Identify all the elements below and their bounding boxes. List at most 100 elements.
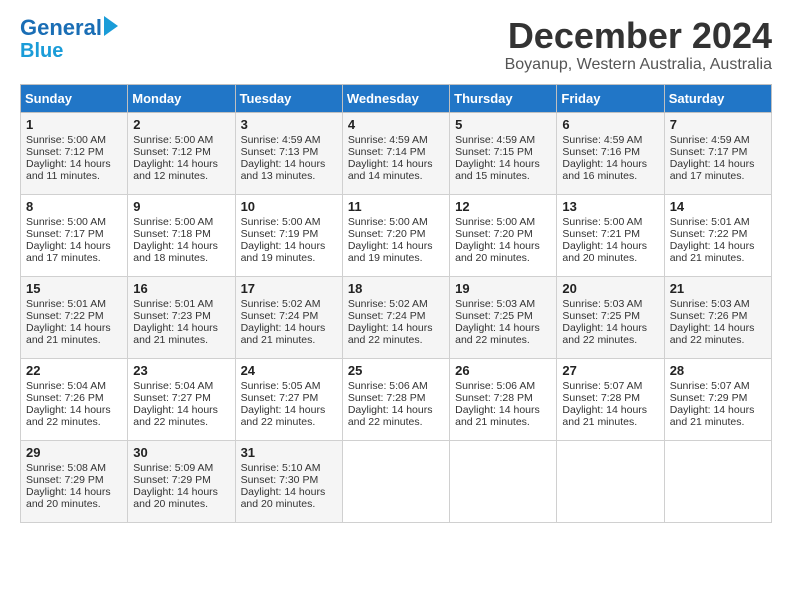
cell-line: Sunrise: 5:03 AM xyxy=(562,298,658,310)
cell-line: and 15 minutes. xyxy=(455,170,551,182)
cell-line: and 11 minutes. xyxy=(26,170,122,182)
day-of-week-monday: Monday xyxy=(128,84,235,112)
cell-line: Sunrise: 5:03 AM xyxy=(455,298,551,310)
day-number: 11 xyxy=(348,199,444,214)
cell-line: Sunset: 7:27 PM xyxy=(133,392,229,404)
cell-line: Daylight: 14 hours xyxy=(26,404,122,416)
cell-line: Sunset: 7:12 PM xyxy=(133,146,229,158)
cell-line: Daylight: 14 hours xyxy=(241,322,337,334)
cell-line: Sunset: 7:13 PM xyxy=(241,146,337,158)
day-number: 15 xyxy=(26,281,122,296)
cell-line: and 20 minutes. xyxy=(562,252,658,264)
calendar-cell: 24Sunrise: 5:05 AMSunset: 7:27 PMDayligh… xyxy=(235,358,342,440)
cell-line: Daylight: 14 hours xyxy=(26,486,122,498)
day-number: 5 xyxy=(455,117,551,132)
calendar-cell: 14Sunrise: 5:01 AMSunset: 7:22 PMDayligh… xyxy=(664,194,771,276)
location-title: Boyanup, Western Australia, Australia xyxy=(505,56,772,74)
calendar-cell: 5Sunrise: 4:59 AMSunset: 7:15 PMDaylight… xyxy=(450,112,557,194)
header: General Blue December 2024 Boyanup, West… xyxy=(20,16,772,74)
day-number: 27 xyxy=(562,363,658,378)
cell-line: Daylight: 14 hours xyxy=(670,322,766,334)
calendar-cell: 30Sunrise: 5:09 AMSunset: 7:29 PMDayligh… xyxy=(128,440,235,522)
cell-line: Daylight: 14 hours xyxy=(670,404,766,416)
cell-line: Sunset: 7:22 PM xyxy=(670,228,766,240)
day-number: 31 xyxy=(241,445,337,460)
cell-line: and 22 minutes. xyxy=(670,334,766,346)
cell-line: and 21 minutes. xyxy=(133,334,229,346)
day-number: 30 xyxy=(133,445,229,460)
cell-line: Sunrise: 4:59 AM xyxy=(670,134,766,146)
calendar-cell: 7Sunrise: 4:59 AMSunset: 7:17 PMDaylight… xyxy=(664,112,771,194)
day-of-week-sunday: Sunday xyxy=(21,84,128,112)
cell-line: and 22 minutes. xyxy=(348,416,444,428)
day-number: 21 xyxy=(670,281,766,296)
cell-line: Sunrise: 5:01 AM xyxy=(26,298,122,310)
cell-line: Daylight: 14 hours xyxy=(348,404,444,416)
calendar-page: General Blue December 2024 Boyanup, West… xyxy=(0,0,792,539)
cell-line: Sunset: 7:26 PM xyxy=(26,392,122,404)
cell-line: Sunrise: 5:02 AM xyxy=(348,298,444,310)
calendar-cell xyxy=(664,440,771,522)
calendar-cell xyxy=(342,440,449,522)
cell-line: Sunrise: 5:04 AM xyxy=(26,380,122,392)
cell-line: Daylight: 14 hours xyxy=(455,158,551,170)
cell-line: Sunset: 7:29 PM xyxy=(26,474,122,486)
cell-line: Daylight: 14 hours xyxy=(26,158,122,170)
day-number: 3 xyxy=(241,117,337,132)
cell-line: and 17 minutes. xyxy=(26,252,122,264)
calendar-cell: 22Sunrise: 5:04 AMSunset: 7:26 PMDayligh… xyxy=(21,358,128,440)
cell-line: Sunset: 7:21 PM xyxy=(562,228,658,240)
calendar-cell: 20Sunrise: 5:03 AMSunset: 7:25 PMDayligh… xyxy=(557,276,664,358)
cell-line: and 22 minutes. xyxy=(241,416,337,428)
cell-line: Sunset: 7:28 PM xyxy=(348,392,444,404)
cell-line: Sunrise: 5:00 AM xyxy=(26,216,122,228)
cell-line: Sunrise: 4:59 AM xyxy=(241,134,337,146)
calendar-cell: 25Sunrise: 5:06 AMSunset: 7:28 PMDayligh… xyxy=(342,358,449,440)
cell-line: Sunrise: 4:59 AM xyxy=(562,134,658,146)
calendar-cell: 10Sunrise: 5:00 AMSunset: 7:19 PMDayligh… xyxy=(235,194,342,276)
cell-line: and 22 minutes. xyxy=(133,416,229,428)
cell-line: Sunset: 7:27 PM xyxy=(241,392,337,404)
day-number: 26 xyxy=(455,363,551,378)
cell-line: Sunset: 7:20 PM xyxy=(455,228,551,240)
day-number: 17 xyxy=(241,281,337,296)
cell-line: Sunrise: 5:00 AM xyxy=(455,216,551,228)
cell-line: and 20 minutes. xyxy=(455,252,551,264)
cell-line: Sunset: 7:18 PM xyxy=(133,228,229,240)
day-of-week-tuesday: Tuesday xyxy=(235,84,342,112)
cell-line: Daylight: 14 hours xyxy=(133,404,229,416)
cell-line: Sunrise: 5:03 AM xyxy=(670,298,766,310)
cell-line: Sunset: 7:16 PM xyxy=(562,146,658,158)
calendar-cell: 1Sunrise: 5:00 AMSunset: 7:12 PMDaylight… xyxy=(21,112,128,194)
cell-line: Sunset: 7:19 PM xyxy=(241,228,337,240)
cell-line: Sunrise: 5:00 AM xyxy=(241,216,337,228)
day-number: 25 xyxy=(348,363,444,378)
calendar-cell: 3Sunrise: 4:59 AMSunset: 7:13 PMDaylight… xyxy=(235,112,342,194)
calendar-table: SundayMondayTuesdayWednesdayThursdayFrid… xyxy=(20,84,772,523)
calendar-cell xyxy=(557,440,664,522)
cell-line: and 18 minutes. xyxy=(133,252,229,264)
cell-line: Sunrise: 5:07 AM xyxy=(562,380,658,392)
cell-line: Daylight: 14 hours xyxy=(133,240,229,252)
cell-line: Daylight: 14 hours xyxy=(562,158,658,170)
cell-line: and 20 minutes. xyxy=(26,498,122,510)
calendar-cell: 13Sunrise: 5:00 AMSunset: 7:21 PMDayligh… xyxy=(557,194,664,276)
cell-line: Sunrise: 5:00 AM xyxy=(133,216,229,228)
calendar-cell: 19Sunrise: 5:03 AMSunset: 7:25 PMDayligh… xyxy=(450,276,557,358)
day-number: 20 xyxy=(562,281,658,296)
title-block: December 2024 Boyanup, Western Australia… xyxy=(505,16,772,74)
cell-line: and 16 minutes. xyxy=(562,170,658,182)
cell-line: Daylight: 14 hours xyxy=(670,158,766,170)
day-number: 9 xyxy=(133,199,229,214)
cell-line: Daylight: 14 hours xyxy=(562,240,658,252)
cell-line: Sunset: 7:28 PM xyxy=(562,392,658,404)
cell-line: Sunrise: 5:09 AM xyxy=(133,462,229,474)
cell-line: Sunrise: 5:10 AM xyxy=(241,462,337,474)
cell-line: Sunset: 7:20 PM xyxy=(348,228,444,240)
day-number: 4 xyxy=(348,117,444,132)
calendar-cell: 27Sunrise: 5:07 AMSunset: 7:28 PMDayligh… xyxy=(557,358,664,440)
day-number: 24 xyxy=(241,363,337,378)
cell-line: Sunset: 7:17 PM xyxy=(26,228,122,240)
logo-line2: Blue xyxy=(20,40,63,62)
logo: General Blue xyxy=(20,16,118,62)
